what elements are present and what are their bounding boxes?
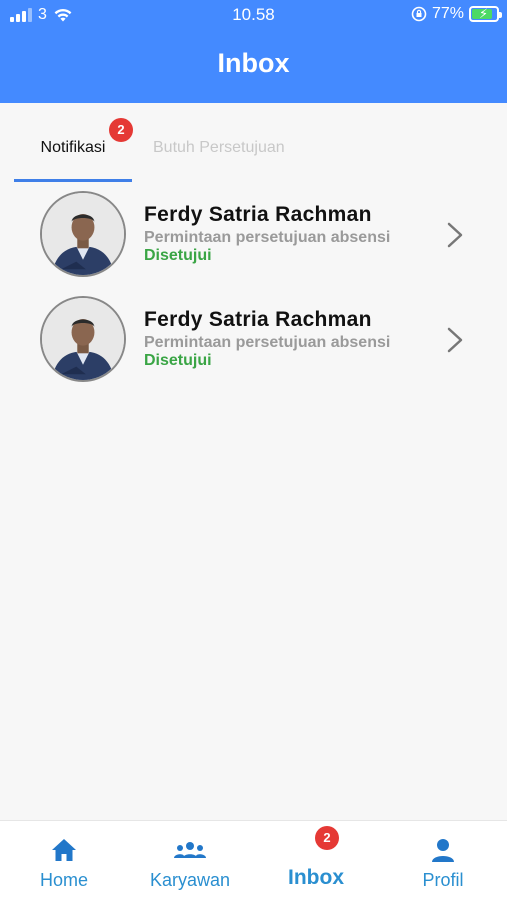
nav-home-label: Home	[39, 870, 88, 890]
avatar	[40, 191, 126, 277]
nav-inbox[interactable]: 2 Inbox	[266, 821, 366, 900]
tab-butuh-persetujuan[interactable]: Butuh Persetujuan	[153, 139, 285, 157]
chevron-right-icon	[447, 222, 463, 248]
avatar	[40, 296, 126, 382]
nav-karyawan[interactable]: Karyawan	[130, 821, 250, 900]
page-title: Inbox	[217, 48, 290, 78]
nav-profil[interactable]: Profil	[393, 821, 493, 900]
sender-name: Ferdy Satria Rachman	[144, 203, 372, 226]
notification-description: Permintaan persetujuan absensi	[144, 229, 391, 246]
nav-karyawan-label: Karyawan	[149, 870, 231, 890]
tab-notifikasi-badge: 2	[109, 118, 133, 142]
bottom-nav: Home Karyawan 2 Inbox Profil	[0, 820, 507, 900]
sender-name: Ferdy Satria Rachman	[144, 308, 372, 331]
notification-list: Ferdy Satria Rachman Permintaan persetuj…	[0, 183, 507, 393]
tab-active-indicator	[14, 179, 132, 182]
nav-inbox-label: Inbox	[288, 866, 344, 889]
nav-home[interactable]: Home	[14, 821, 114, 900]
tab-notifikasi[interactable]: Notifikasi	[14, 139, 132, 157]
status-label: Disetujui	[144, 247, 212, 264]
notification-description: Permintaan persetujuan absensi	[144, 334, 391, 351]
orientation-lock-icon	[411, 6, 427, 22]
tab-butuh-persetujuan-label: Butuh Persetujuan	[153, 139, 285, 156]
battery-percent: 77%	[431, 5, 464, 22]
chevron-right-icon	[447, 327, 463, 353]
tab-notifikasi-label: Notifikasi	[40, 139, 106, 156]
list-item[interactable]: Ferdy Satria Rachman Permintaan persetuj…	[0, 183, 507, 288]
battery-icon: ⚡	[469, 6, 502, 22]
status-bar: 3 10.58 77% ⚡	[0, 0, 507, 32]
home-icon	[52, 839, 76, 861]
person-icon	[432, 839, 454, 862]
nav-profil-label: Profil	[422, 870, 464, 890]
list-item[interactable]: Ferdy Satria Rachman Permintaan persetuj…	[0, 288, 507, 393]
app-header: 3 10.58 77% ⚡ Inbox	[0, 0, 507, 103]
tab-bar: Notifikasi 2 Butuh Persetujuan	[0, 103, 507, 183]
nav-inbox-badge: 2	[315, 826, 339, 850]
people-icon	[174, 842, 206, 858]
status-label: Disetujui	[144, 352, 212, 369]
status-right: 77% ⚡	[411, 5, 502, 23]
